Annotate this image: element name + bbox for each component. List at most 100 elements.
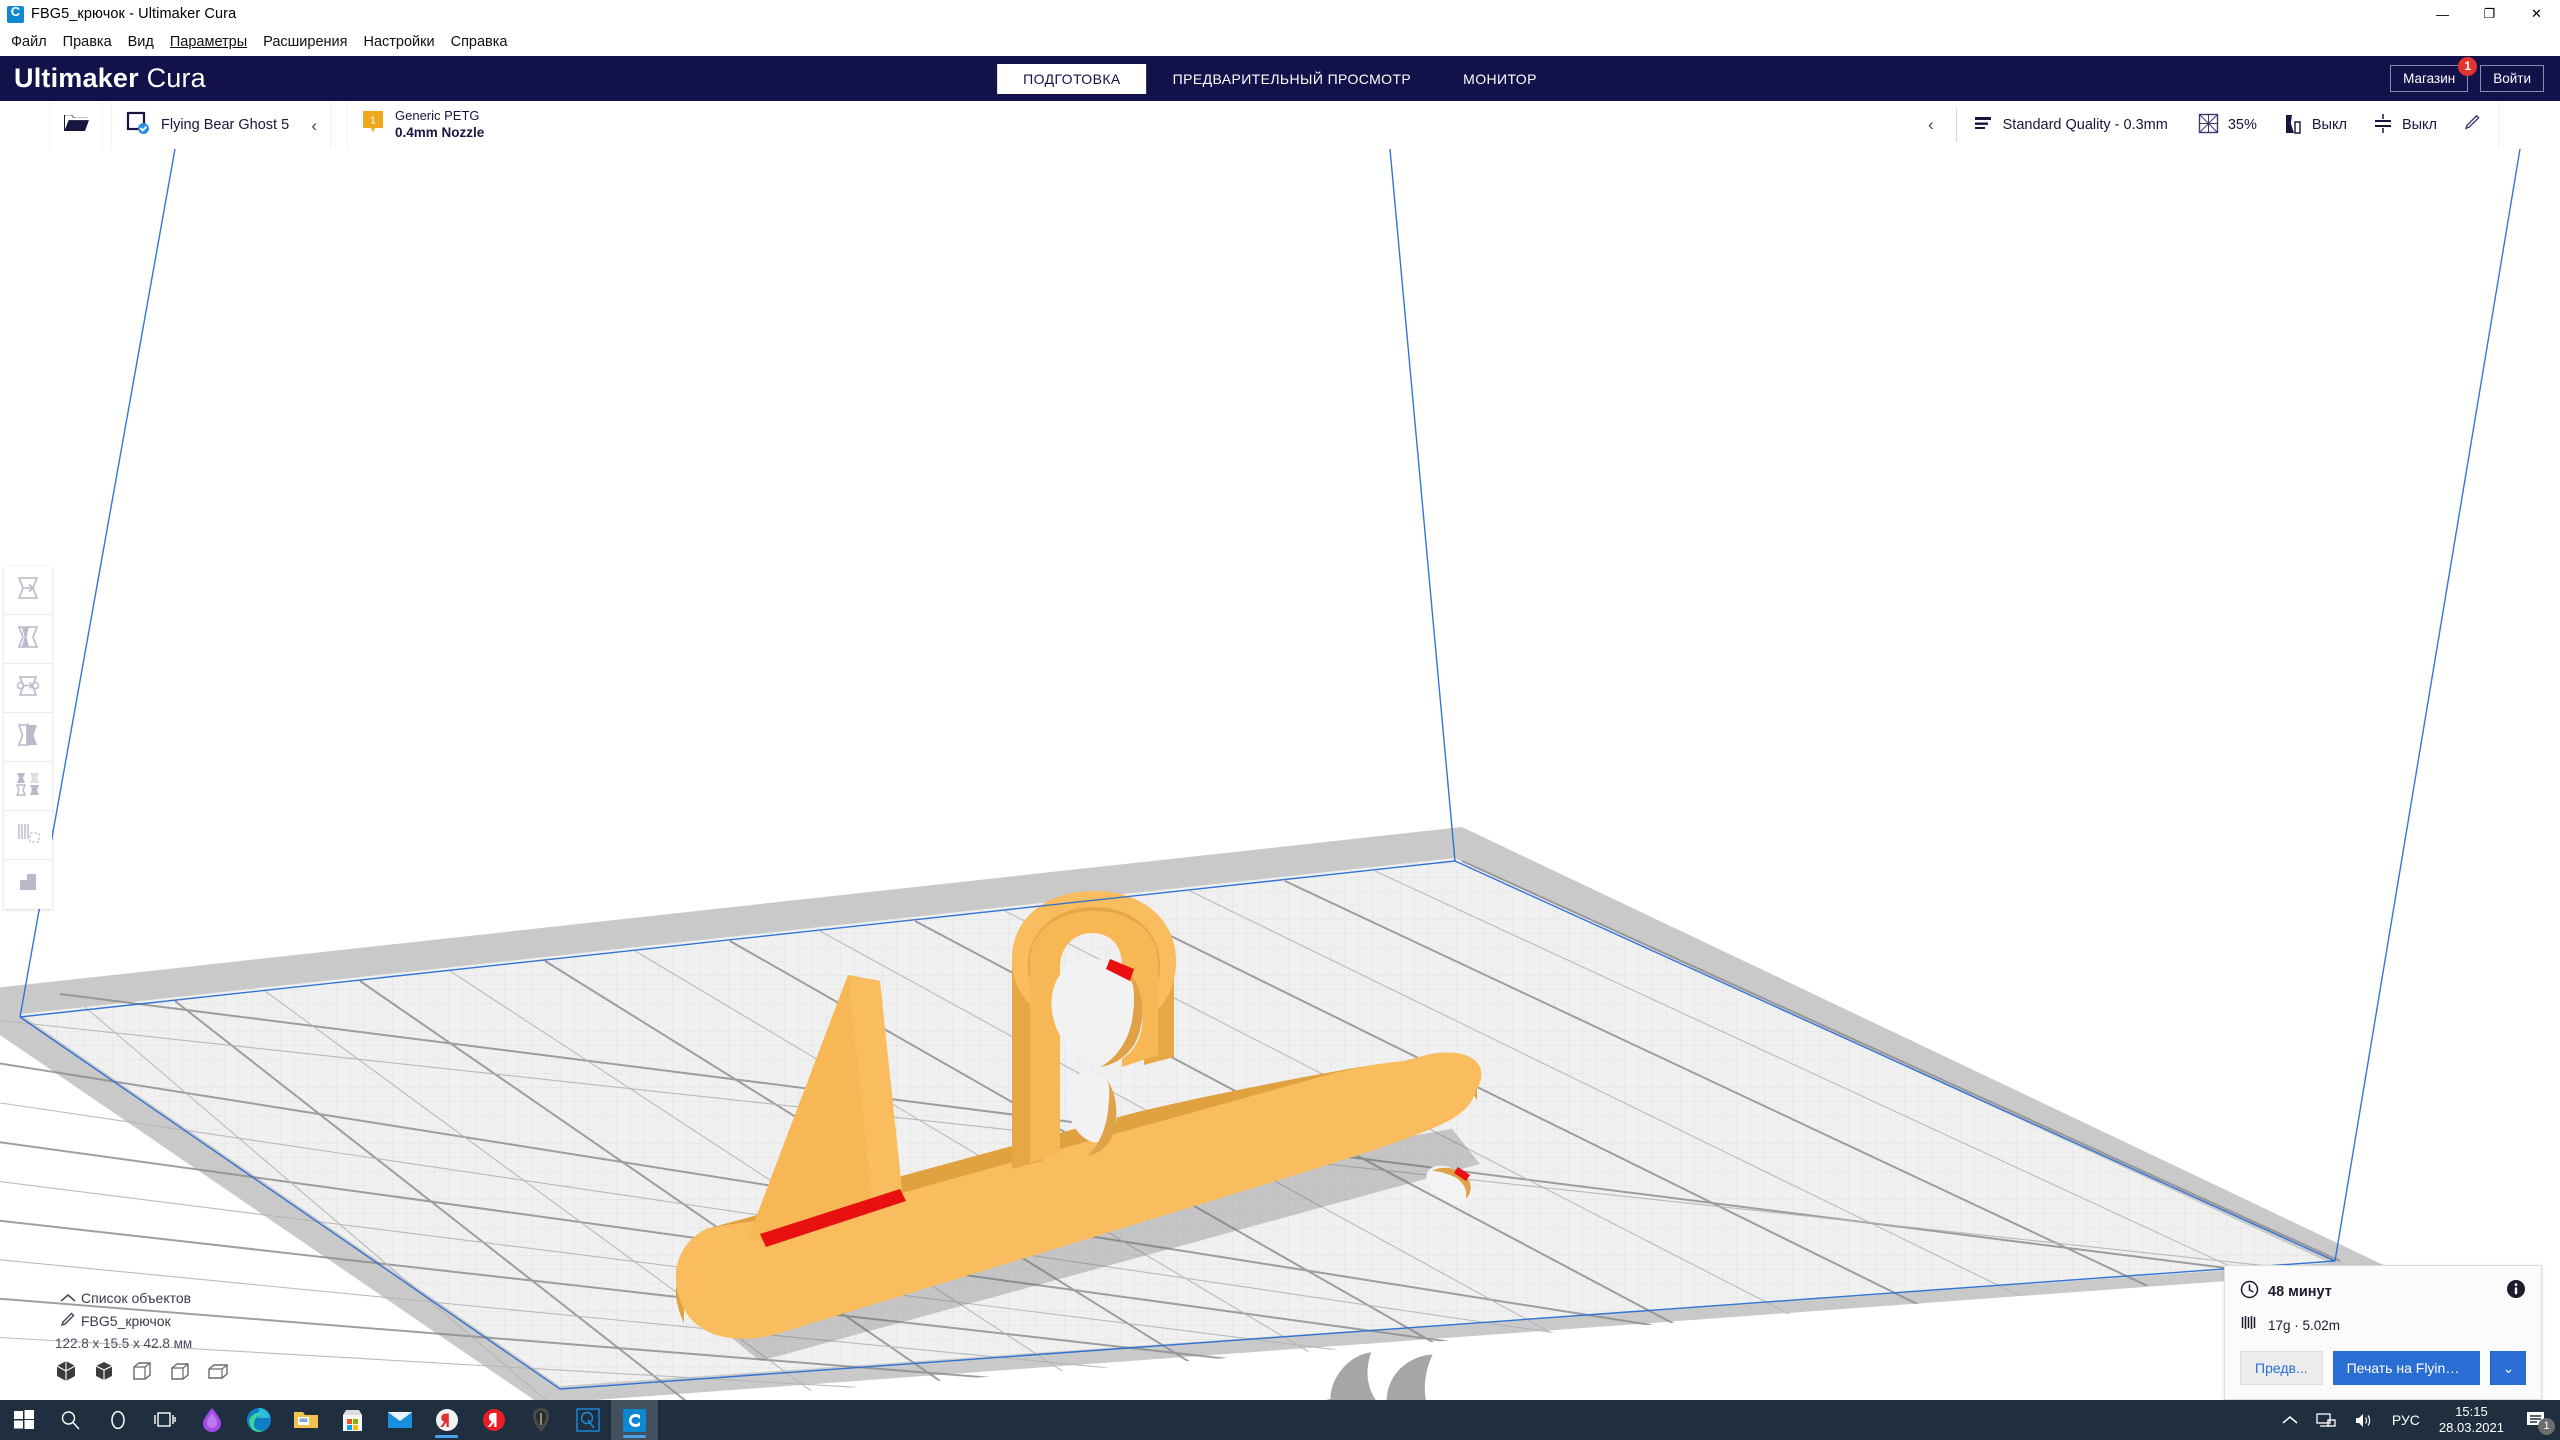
app-explorer[interactable] [282,1400,329,1440]
search-button[interactable] [47,1400,94,1440]
custom-support-tool[interactable] [4,860,52,909]
app-game[interactable] [517,1400,564,1440]
close-button[interactable]: ✕ [2513,0,2560,28]
move-tool[interactable] [4,566,52,615]
view-3d-icon[interactable] [93,1360,115,1385]
menu-preferences[interactable]: Настройки [356,31,443,53]
print-settings-selector: ‹ Standard Quality - 0.3mm 35% Выкл Выкл [1928,108,2488,142]
app-yandex-browser[interactable] [423,1400,470,1440]
window-titlebar: FBG5_крючок - Ultimaker Cura — ❐ ✕ [0,0,2560,28]
machine-selector[interactable]: Flying Bear Ghost 5 ‹ [112,101,330,149]
rotate-tool[interactable] [4,664,52,713]
menu-view[interactable]: Вид [120,31,162,53]
menu-edit[interactable]: Правка [55,31,120,53]
chevron-up-icon [55,1290,81,1306]
info-icon[interactable] [2506,1279,2526,1304]
marketplace-label: Магазин [2403,71,2456,86]
store-icon [343,1410,362,1431]
app-mail[interactable] [376,1400,423,1440]
network-icon[interactable] [2307,1400,2345,1440]
chevron-left-icon-settings[interactable]: ‹ [1928,115,1934,135]
window-title: FBG5_крючок - Ultimaker Cura [31,6,237,22]
tray-expand-button[interactable] [2273,1400,2307,1440]
menu-settings[interactable]: Параметры [162,31,255,53]
notification-count: 1 [2538,1418,2555,1435]
material-selector[interactable]: 1 Generic PETG 0.4mm Nozzle [362,108,484,141]
object-name: FBG5_крючок [81,1313,171,1329]
adhesion-setting[interactable]: Выкл [2373,113,2437,138]
tab-prepare[interactable]: ПОДГОТОВКА [997,63,1147,94]
infill-icon [2198,113,2219,138]
app-cura[interactable] [611,1400,658,1440]
per-model-settings-tool[interactable] [4,762,52,811]
configuration-selector: 1 Generic PETG 0.4mm Nozzle ‹ Standard Q… [348,101,2498,149]
app-inkdrop[interactable] [188,1400,235,1440]
app-yandex[interactable] [470,1400,517,1440]
application-header: Ultimaker Cura ПОДГОТОВКА ПРЕДВАРИТЕЛЬНЫ… [0,56,2560,101]
tab-monitor[interactable]: МОНИТОР [1437,64,1563,94]
model-tools-panel [4,566,52,909]
object-dimensions: 122.8 x 15.5 x 42.8 мм [55,1336,193,1351]
stage-tabs: ПОДГОТОВКА ПРЕДВАРИТЕЛЬНЫЙ ПРОСМОТР МОНИ… [997,56,1563,101]
infill-setting[interactable]: 35% [2198,113,2257,138]
notification-center-button[interactable]: 1 [2514,1400,2560,1440]
cura-logo-light: Cura [146,63,206,93]
profile-name[interactable]: Standard Quality - 0.3mm [2003,117,2168,133]
maximize-button[interactable]: ❐ [2466,0,2513,28]
support-setting[interactable]: Выкл [2283,113,2347,138]
open-file-button[interactable] [50,101,102,149]
object-list-item[interactable]: FBG5_крючок [55,1311,355,1331]
preview-button[interactable]: Предв... [2240,1351,2323,1385]
3d-viewport[interactable]: BEAR [0,149,2560,1412]
view-left-icon[interactable] [207,1360,229,1385]
menu-file[interactable]: Файл [3,31,55,53]
support-blocker-tool[interactable] [4,811,52,860]
edge-icon [246,1408,271,1432]
clock-icon [2240,1280,2259,1304]
menu-help[interactable]: Справка [443,31,516,53]
material-nozzle: 0.4mm Nozzle [395,124,485,140]
kompas-icon [575,1408,600,1432]
app-store[interactable] [329,1400,376,1440]
tab-preview[interactable]: ПРЕДВАРИТЕЛЬНЫЙ ПРОСМОТР [1147,64,1438,94]
menu-extensions[interactable]: Расширения [255,31,355,53]
cortana-button[interactable] [94,1400,141,1440]
language-indicator[interactable]: РУС [2383,1400,2429,1440]
adhesion-value: Выкл [2401,117,2437,133]
app-kompas[interactable] [564,1400,611,1440]
object-list-header[interactable]: Список объектов [55,1290,355,1306]
print-time-value: 48 минут [2268,1283,2332,1300]
marketplace-badge: 1 [2458,57,2478,76]
clock-date: 28.03.2021 [2438,1420,2504,1435]
header-actions: Магазин 1 Войти [2390,57,2544,92]
menubar: Файл Правка Вид Параметры Расширения Нас… [0,28,2560,56]
view-isometric-icon[interactable] [55,1360,77,1385]
mirror-tool[interactable] [4,713,52,762]
task-view-button[interactable] [141,1400,188,1440]
marketplace-button[interactable]: Магазин 1 [2390,57,2478,92]
signin-button[interactable]: Войти [2480,65,2544,92]
mail-icon [387,1412,412,1428]
menu-settings-label: Параметры [169,34,248,50]
minimize-button[interactable]: — [2419,0,2466,28]
helmet-icon [532,1408,549,1432]
material-info: Generic PETG 0.4mm Nozzle [395,108,484,141]
clock[interactable]: 15:15 28.03.2021 [2429,1404,2514,1437]
scale-tool[interactable] [4,615,52,664]
windows-logo-icon [13,1410,34,1429]
search-icon [61,1410,80,1429]
machine-name: Flying Bear Ghost 5 [161,117,290,133]
volume-icon[interactable] [2345,1400,2383,1440]
per-model-settings-icon [14,770,42,803]
print-button[interactable]: Печать на Flying Be... [2332,1351,2480,1385]
print-dropdown-button[interactable]: ⌄ [2490,1351,2526,1385]
pencil-icon[interactable] [2463,113,2482,137]
filament-icon [2240,1313,2259,1337]
view-top-icon[interactable] [169,1360,191,1385]
start-button[interactable] [0,1400,47,1440]
app-edge[interactable] [235,1400,282,1440]
extruder-icon: 1 [362,110,384,141]
view-front-icon[interactable] [131,1360,153,1385]
configuration-toolbar: Flying Bear Ghost 5 ‹ 1 Generic PETG 0.4… [0,101,2560,149]
layer-height-icon [1973,113,1993,138]
